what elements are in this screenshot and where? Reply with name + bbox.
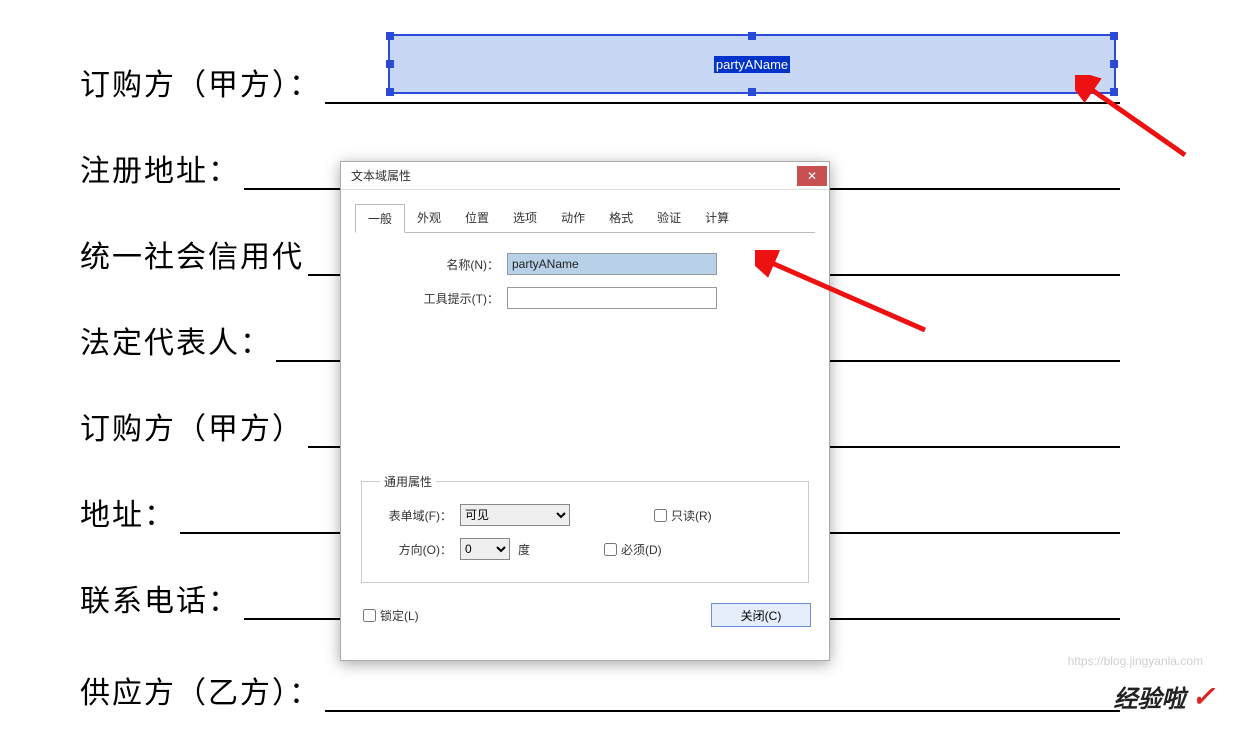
direction-row: 方向(O)： 0 度 必须(D) [380, 538, 790, 560]
watermark-logo-text: 经验啦 [1114, 679, 1186, 714]
readonly-checkbox[interactable] [654, 509, 667, 522]
doc-label-credit-code: 统一社会信用代 [80, 232, 304, 276]
doc-label-phone: 联系电话： [80, 576, 240, 620]
tab-body-general: 名称(N)： 工具提示(T)： 通用属性 表单域(F)： 可见 只读(R) 方向… [341, 233, 829, 593]
watermark-url: https://blog.jingyanla.com [1068, 654, 1203, 668]
resize-handle[interactable] [386, 32, 394, 40]
doc-row: 供应方（乙方）： [80, 668, 1120, 712]
close-button[interactable]: 关闭(C) [711, 603, 811, 627]
dialog-title: 文本域属性 [351, 167, 797, 184]
name-row: 名称(N)： [367, 253, 803, 275]
form-domain-label: 表单域(F)： [380, 507, 460, 524]
lock-checkbox[interactable] [363, 609, 376, 622]
doc-underline [325, 682, 1120, 712]
dialog-tabs: 一般 外观 位置 选项 动作 格式 验证 计算 [355, 204, 815, 233]
form-domain-select[interactable]: 可见 [460, 504, 570, 526]
form-domain-row: 表单域(F)： 可见 只读(R) [380, 504, 790, 526]
resize-handle[interactable] [1110, 60, 1118, 68]
resize-handle[interactable] [748, 32, 756, 40]
doc-label-party-b: 供应方（乙方）： [80, 668, 321, 712]
lock-label: 锁定(L) [380, 607, 419, 624]
tab-position[interactable]: 位置 [453, 204, 501, 232]
doc-label-party-a: 订购方（甲方）： [80, 60, 321, 104]
required-checkbox-wrap: 必须(D) [600, 540, 662, 559]
resize-handle[interactable] [386, 88, 394, 96]
name-input[interactable] [507, 253, 717, 275]
lock-checkbox-wrap: 锁定(L) [359, 606, 419, 625]
name-label: 名称(N)： [367, 256, 507, 273]
tab-appearance[interactable]: 外观 [405, 204, 453, 232]
dialog-title-bar[interactable]: 文本域属性 ✕ [341, 162, 829, 190]
tab-options[interactable]: 选项 [501, 204, 549, 232]
tab-actions[interactable]: 动作 [549, 204, 597, 232]
resize-handle[interactable] [748, 88, 756, 96]
check-icon: ✓ [1192, 680, 1215, 713]
tab-validate[interactable]: 验证 [645, 204, 693, 232]
direction-select[interactable]: 0 [460, 538, 510, 560]
text-field-properties-dialog[interactable]: 文本域属性 ✕ 一般 外观 位置 选项 动作 格式 验证 计算 名称(N)： 工… [340, 161, 830, 661]
resize-handle[interactable] [386, 60, 394, 68]
tooltip-row: 工具提示(T)： [367, 287, 803, 309]
readonly-checkbox-wrap: 只读(R) [650, 506, 712, 525]
required-label: 必须(D) [621, 541, 662, 558]
tab-general[interactable]: 一般 [355, 204, 405, 233]
resize-handle[interactable] [1110, 32, 1118, 40]
doc-label-party-a-2: 订购方（甲方） [80, 404, 304, 448]
common-legend: 通用属性 [380, 473, 436, 490]
required-checkbox[interactable] [604, 543, 617, 556]
resize-handle[interactable] [1110, 88, 1118, 96]
doc-label-address: 注册地址： [80, 146, 240, 190]
direction-unit: 度 [518, 541, 530, 558]
dialog-footer: 锁定(L) 关闭(C) [341, 593, 829, 637]
close-icon[interactable]: ✕ [797, 166, 827, 186]
tooltip-label: 工具提示(T)： [367, 290, 507, 307]
tab-calculate[interactable]: 计算 [693, 204, 741, 232]
doc-label-address-2: 地址： [80, 490, 176, 534]
direction-label: 方向(O)： [380, 541, 460, 558]
selected-form-field[interactable]: partyAName [388, 34, 1116, 94]
tooltip-input[interactable] [507, 287, 717, 309]
readonly-label: 只读(R) [671, 507, 712, 524]
doc-label-legal-rep: 法定代表人： [80, 318, 272, 362]
tab-format[interactable]: 格式 [597, 204, 645, 232]
common-properties-group: 通用属性 表单域(F)： 可见 只读(R) 方向(O)： 0 度 [361, 473, 809, 583]
watermark-logo: 经验啦 ✓ [1114, 679, 1215, 714]
field-placeholder-label: partyAName [714, 56, 790, 73]
